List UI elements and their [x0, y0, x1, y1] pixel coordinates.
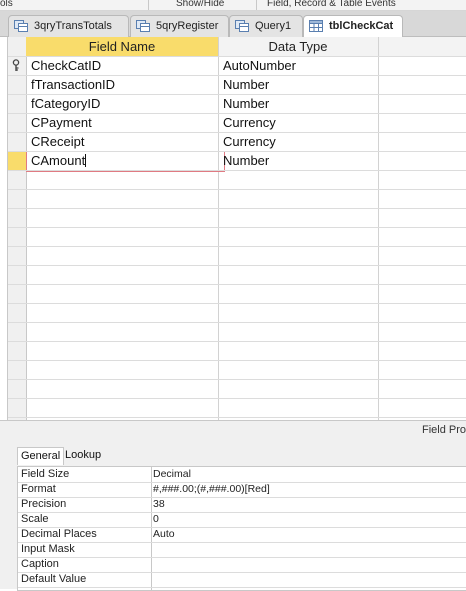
ribbon-group-show-hide: Show/Hide: [176, 0, 225, 9]
property-row-input-mask[interactable]: Input Mask: [18, 542, 466, 558]
property-value[interactable]: 0: [153, 512, 159, 527]
tab-lookup[interactable]: Lookup: [62, 447, 104, 464]
table-row[interactable]: CReceipt Currency: [8, 132, 466, 151]
field-name-cell[interactable]: CPayment: [27, 113, 222, 132]
tab-label: Query1: [255, 20, 292, 32]
document-tab-bar: 3qryTransTotals 5qryRegister Query1 tblC…: [0, 11, 466, 39]
property-value[interactable]: #,###.00;(#,###.00)[Red]: [153, 482, 270, 497]
field-name-cell[interactable]: fTransactionID: [27, 75, 222, 94]
ribbon-group-tools: ols: [0, 0, 13, 9]
field-name-input[interactable]: CAmount: [26, 151, 225, 172]
table-row-selected[interactable]: CAmount Number: [8, 151, 466, 172]
table-row[interactable]: fTransactionID Number: [8, 75, 466, 94]
tab-label: 3qryTransTotals: [34, 20, 112, 32]
data-type-cell[interactable]: Number: [219, 75, 382, 94]
property-label: Caption: [21, 558, 59, 570]
column-header-field-name[interactable]: Field Name: [26, 37, 218, 56]
field-name-cell[interactable]: CheckCatID: [27, 56, 222, 75]
property-label: Default Value: [21, 573, 87, 585]
primary-key-icon: [12, 59, 20, 71]
ribbon-separator: [256, 0, 257, 10]
tab-query1[interactable]: Query1: [229, 15, 303, 38]
property-sheet: Field Size Decimal Format #,###.00;(#,##…: [17, 466, 466, 591]
field-name-cell[interactable]: CReceipt: [27, 132, 222, 151]
field-properties-label: Field Pro: [421, 424, 466, 436]
query-icon: [136, 20, 150, 32]
tab-label: 5qryRegister: [156, 20, 219, 32]
property-value[interactable]: Decimal: [153, 467, 191, 482]
ribbon-separator: [148, 0, 149, 10]
table-icon: [309, 20, 323, 32]
ribbon-group-events: Field, Record & Table Events: [267, 0, 396, 9]
tab-label: tblCheckCat: [329, 20, 394, 32]
property-label: Decimal Places: [21, 528, 97, 540]
field-properties-pane: General Lookup Field Size Decimal Format…: [0, 444, 466, 591]
property-row-scale[interactable]: Scale 0: [18, 512, 466, 528]
property-row-precision[interactable]: Precision 38: [18, 497, 466, 513]
property-label: Format: [21, 483, 56, 495]
tab-3qrytranstotals[interactable]: 3qryTransTotals: [8, 15, 129, 38]
row-selector-current[interactable]: [8, 151, 26, 170]
query-icon: [14, 20, 28, 32]
property-value[interactable]: 38: [153, 497, 165, 512]
table-row[interactable]: CPayment Currency: [8, 113, 466, 132]
column-header-description[interactable]: [378, 37, 466, 56]
property-row-field-size[interactable]: Field Size Decimal: [18, 467, 466, 483]
field-name-cell[interactable]: fCategoryID: [27, 94, 222, 113]
property-label: Precision: [21, 498, 67, 510]
property-row-caption[interactable]: Caption: [18, 557, 466, 573]
property-row-default-value[interactable]: Default Value: [18, 572, 466, 588]
tab-general[interactable]: General: [17, 447, 65, 465]
field-name-text: CAmount: [31, 153, 86, 168]
table-row[interactable]: fCategoryID Number: [8, 94, 466, 113]
field-properties-bar: Field Pro: [0, 420, 466, 444]
data-type-cell[interactable]: Number: [219, 151, 382, 170]
table-row[interactable]: CheckCatID AutoNumber: [8, 56, 466, 75]
ribbon-group-labels: ols Show/Hide Field, Record & Table Even…: [0, 0, 466, 11]
data-type-cell[interactable]: Currency: [219, 113, 382, 132]
query-icon: [235, 20, 249, 32]
property-row-format[interactable]: Format #,###.00;(#,###.00)[Red]: [18, 482, 466, 498]
property-label: Scale: [21, 513, 49, 525]
data-type-cell[interactable]: AutoNumber: [219, 56, 382, 75]
column-header-data-type[interactable]: Data Type: [218, 37, 378, 56]
property-row-decimal-places[interactable]: Decimal Places Auto: [18, 527, 466, 543]
data-type-cell[interactable]: Currency: [219, 132, 382, 151]
table-design-grid: Field Name Data Type CheckCatID AutoNumb…: [7, 37, 466, 420]
tab-5qryregister[interactable]: 5qryRegister: [130, 15, 229, 38]
data-type-cell[interactable]: Number: [219, 94, 382, 113]
property-label: Field Size: [21, 468, 70, 480]
property-label: Input Mask: [21, 543, 75, 555]
text-cursor: [85, 154, 87, 167]
tab-tblcheckcat[interactable]: tblCheckCat: [303, 15, 403, 39]
property-value[interactable]: Auto: [153, 527, 175, 542]
